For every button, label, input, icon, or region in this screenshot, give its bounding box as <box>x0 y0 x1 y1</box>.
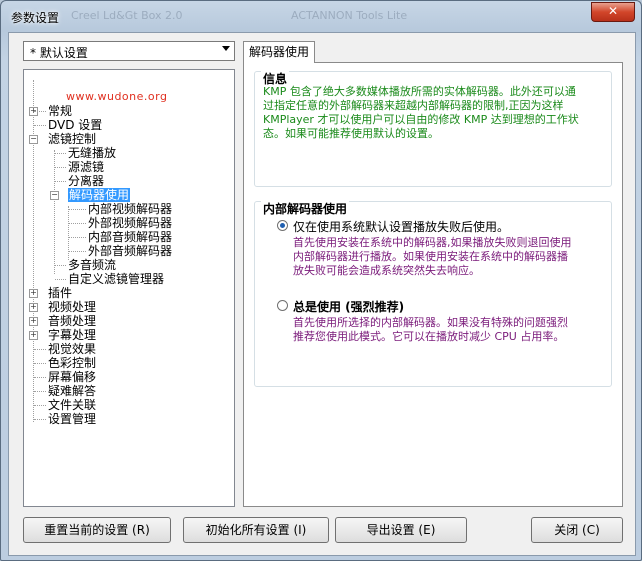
tree-connector <box>34 125 46 126</box>
tree-item-internal-audio-decoder[interactable]: 内部音频解码器 <box>88 230 172 244</box>
tree-item-settings-management[interactable]: 设置管理 <box>48 412 96 426</box>
tree-connector <box>55 279 66 280</box>
tree-item-external-video-decoder[interactable]: 外部视频解码器 <box>88 216 172 230</box>
tree-connector <box>34 419 46 420</box>
export-settings-button[interactable]: 导出设置 (E) <box>335 517 467 543</box>
dropdown-arrow-icon[interactable] <box>222 46 230 51</box>
decoder-usage-panel: 信息 KMP 包含了绝大多数媒体播放所需的实体解码器。此外还可以通 过指定任意的… <box>243 62 623 507</box>
tree-item-decoder-usage[interactable]: 解码器使用 <box>68 188 131 202</box>
expand-icon[interactable]: + <box>29 317 38 326</box>
tree-item-seamless[interactable]: 无缝播放 <box>68 146 116 160</box>
settings-profile-value: * 默认设置 <box>30 46 88 60</box>
fallback-description-line: 放失败可能会造成系统突然失去响应。 <box>293 264 480 277</box>
tree-item-plugins[interactable]: 插件 <box>48 286 72 300</box>
radio-always-label[interactable]: 总是使用 (强烈推荐) <box>293 298 404 315</box>
tree-item-custom-filter-manager[interactable]: 自定义滤镜管理器 <box>68 272 164 286</box>
expand-icon[interactable]: + <box>29 289 38 298</box>
tree-item-subtitle-processing[interactable]: 字幕处理 <box>48 328 96 342</box>
collapse-icon[interactable]: − <box>29 135 38 144</box>
tab-decoder-usage[interactable]: 解码器使用 <box>243 41 315 63</box>
settings-tree[interactable]: www.wudone.org + − − + + + + 常规 DVD 设置 滤… <box>23 69 235 507</box>
expand-icon[interactable]: + <box>29 331 38 340</box>
tree-connector <box>69 223 86 224</box>
always-description-line: 首先使用所选择的内部解码器。如果没有特殊的问题强烈 <box>293 316 568 329</box>
tree-item-filter-control[interactable]: 滤镜控制 <box>48 132 96 146</box>
tree-item-internal-video-decoder[interactable]: 内部视频解码器 <box>88 202 172 216</box>
watermark: www.wudone.org <box>66 90 168 103</box>
window-close-button[interactable]: ✕ <box>591 2 635 22</box>
title-bar[interactable]: 参数设置 Creel Ld&Gt Box 2.0 ACTANNON Tools … <box>1 1 641 31</box>
radio-always-option[interactable] <box>277 300 288 311</box>
info-line: 态。如果可能推荐使用默认的设置。 <box>263 127 439 140</box>
background-ghost-text: Creel Ld&Gt Box 2.0 <box>71 9 183 22</box>
radio-fallback-label[interactable]: 仅在使用系统默认设置播放失败后使用。 <box>293 218 509 235</box>
tree-item-external-audio-decoder[interactable]: 外部音频解码器 <box>88 244 172 258</box>
settings-window: 参数设置 Creel Ld&Gt Box 2.0 ACTANNON Tools … <box>0 0 642 561</box>
info-line: KMP 包含了绝大多数媒体播放所需的实体解码器。此外还可以通 <box>263 85 576 98</box>
tree-item-video-processing[interactable]: 视频处理 <box>48 300 96 314</box>
tree-item-color-control[interactable]: 色彩控制 <box>48 356 96 370</box>
tree-connector <box>34 391 46 392</box>
tree-connector <box>54 150 55 274</box>
info-line: 过指定任意的外部解码器来超越内部解码器的限制,正因为这样 <box>263 99 564 112</box>
tree-connector <box>55 167 66 168</box>
tree-connector <box>33 80 34 422</box>
always-description-line: 推荐您使用此模式。它可以在播放时减少 CPU 占用率。 <box>293 330 565 343</box>
settings-profile-dropdown[interactable]: * 默认设置 <box>23 41 235 61</box>
close-button[interactable]: 关闭 (C) <box>531 517 623 543</box>
tree-item-dvd[interactable]: DVD 设置 <box>48 118 102 132</box>
tree-item-splitter[interactable]: 分离器 <box>68 174 104 188</box>
internal-decoder-group: 内部解码器使用 仅在使用系统默认设置播放失败后使用。 首先使用安装在系统中的解码… <box>254 200 612 387</box>
tree-item-multi-audio[interactable]: 多音频流 <box>68 258 116 272</box>
tree-connector <box>55 265 66 266</box>
info-line: KMPlayer 才可以使用户可以自由的修改 KMP 达到理想的工作状 <box>263 113 579 126</box>
tree-item-source-filter[interactable]: 源滤镜 <box>68 160 104 174</box>
tree-item-audio-processing[interactable]: 音频处理 <box>48 314 96 328</box>
background-ghost-text: ACTANNON Tools Lite <box>291 9 408 22</box>
tree-connector <box>34 377 46 378</box>
initialize-all-button[interactable]: 初始化所有设置 (I) <box>183 517 329 543</box>
tree-connector <box>55 153 66 154</box>
tree-connector <box>34 349 46 350</box>
tree-connector <box>69 237 86 238</box>
dialog-client-area: * 默认设置 www.wudone.org + − − + + + + 常规 D… <box>8 32 636 556</box>
fallback-description-line: 首先使用安装在系统中的解码器,如果播放失败则退回使用 <box>293 236 572 249</box>
expand-icon[interactable]: + <box>29 303 38 312</box>
collapse-icon[interactable]: − <box>50 191 59 200</box>
tree-connector <box>69 209 86 210</box>
tree-item-general[interactable]: 常规 <box>48 104 72 118</box>
radio-fallback-option[interactable] <box>277 220 288 231</box>
tree-connector <box>55 181 66 182</box>
tree-item-visual-effects[interactable]: 视觉效果 <box>48 342 96 356</box>
info-group: 信息 KMP 包含了绝大多数媒体播放所需的实体解码器。此外还可以通 过指定任意的… <box>254 70 612 187</box>
tree-item-screen-offset[interactable]: 屏幕偏移 <box>48 370 96 384</box>
tree-item-file-association[interactable]: 文件关联 <box>48 398 96 412</box>
tree-connector <box>69 251 86 252</box>
tree-item-troubleshooting[interactable]: 疑难解答 <box>48 384 96 398</box>
tree-connector <box>34 363 46 364</box>
tree-connector <box>34 405 46 406</box>
tree-connector <box>34 111 46 112</box>
fallback-description-line: 内部解码器进行播放。如果使用安装在系统中的解码器播 <box>293 250 568 263</box>
window-title: 参数设置 <box>11 11 60 25</box>
internal-decoder-group-title: 内部解码器使用 <box>261 200 350 217</box>
reset-current-button[interactable]: 重置当前的设置 (R) <box>23 517 171 543</box>
